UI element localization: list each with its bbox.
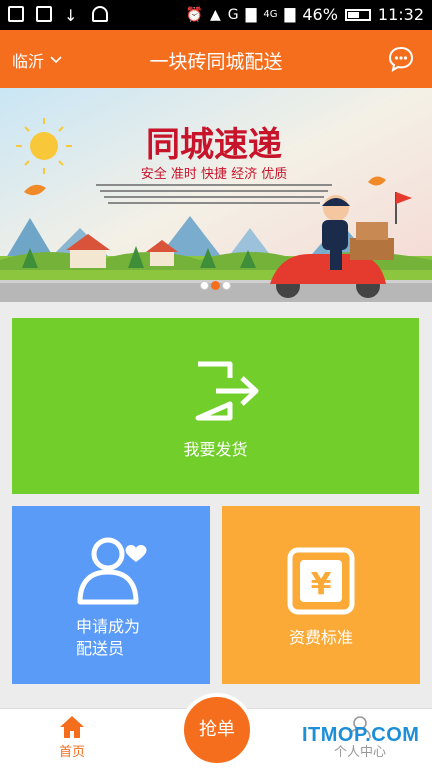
pager-dot[interactable]	[222, 281, 231, 290]
wifi-icon: ▲	[210, 6, 221, 23]
banner-pager	[200, 281, 231, 290]
banner-slogan: 安全 准时 快捷 经济 优质	[141, 166, 288, 182]
ship-tile[interactable]: 我要发货	[12, 318, 419, 494]
battery-icon	[344, 8, 371, 21]
pager-dot[interactable]	[200, 281, 209, 290]
watermark: ITMOP.COM	[302, 724, 420, 746]
ship-label: 我要发货	[183, 440, 248, 459]
user-heart-icon	[77, 537, 147, 605]
app-header: 临沂 一块砖同城配送	[0, 30, 432, 88]
signal-icon: ▇	[245, 6, 257, 23]
notification-icons: ↓	[8, 6, 108, 25]
price-label: 资费标准	[288, 628, 353, 647]
apply-courier-tile[interactable]: 申请成为 配送员	[12, 506, 210, 684]
promo-banner[interactable]: 同城速递 安全 准时 快捷 经济 优质	[0, 88, 432, 302]
code-icon	[36, 6, 52, 22]
grab-order-button[interactable]: 抢单	[180, 693, 254, 767]
yen-icon: ¥	[287, 547, 355, 615]
status-bar: ↓ ⏰ ▲ G ▇ 4G ▇ 46% 11:32	[0, 0, 432, 30]
usb-icon: ↓	[64, 6, 78, 25]
alarm-icon: ⏰	[185, 6, 203, 23]
android-icon	[92, 6, 108, 22]
apply-label-line2: 配送员	[76, 639, 125, 658]
apply-label: 申请成为 配送员	[76, 616, 140, 660]
home-icon	[60, 716, 84, 738]
battery-percent: 46%	[302, 5, 338, 24]
signal2-icon: ▇	[284, 6, 296, 23]
banner-illustration: 同城速递 安全 准时 快捷 经济 优质	[0, 88, 432, 302]
carrier-label: G	[227, 6, 239, 23]
price-standard-tile[interactable]: ¥ 资费标准	[222, 506, 420, 684]
system-icons: ⏰ ▲ G ▇ 4G ▇ 46% 11:32	[186, 5, 424, 24]
nav-home[interactable]: 首页	[42, 715, 102, 760]
page-title: 一块砖同城配送	[149, 51, 283, 73]
banner-headline: 同城速递	[146, 125, 282, 165]
nav-me-label: 个人中心	[333, 745, 386, 760]
svg-text:¥: ¥	[311, 567, 332, 602]
message-icon[interactable]	[388, 46, 414, 72]
network-type: 4G	[263, 9, 278, 20]
pager-dot-active[interactable]	[211, 281, 220, 290]
exit-arrow-icon	[195, 361, 259, 421]
clock: 11:32	[377, 5, 424, 24]
nav-home-label: 首页	[58, 745, 85, 760]
screen-icon	[8, 6, 24, 22]
apply-label-line1: 申请成为	[76, 617, 141, 636]
